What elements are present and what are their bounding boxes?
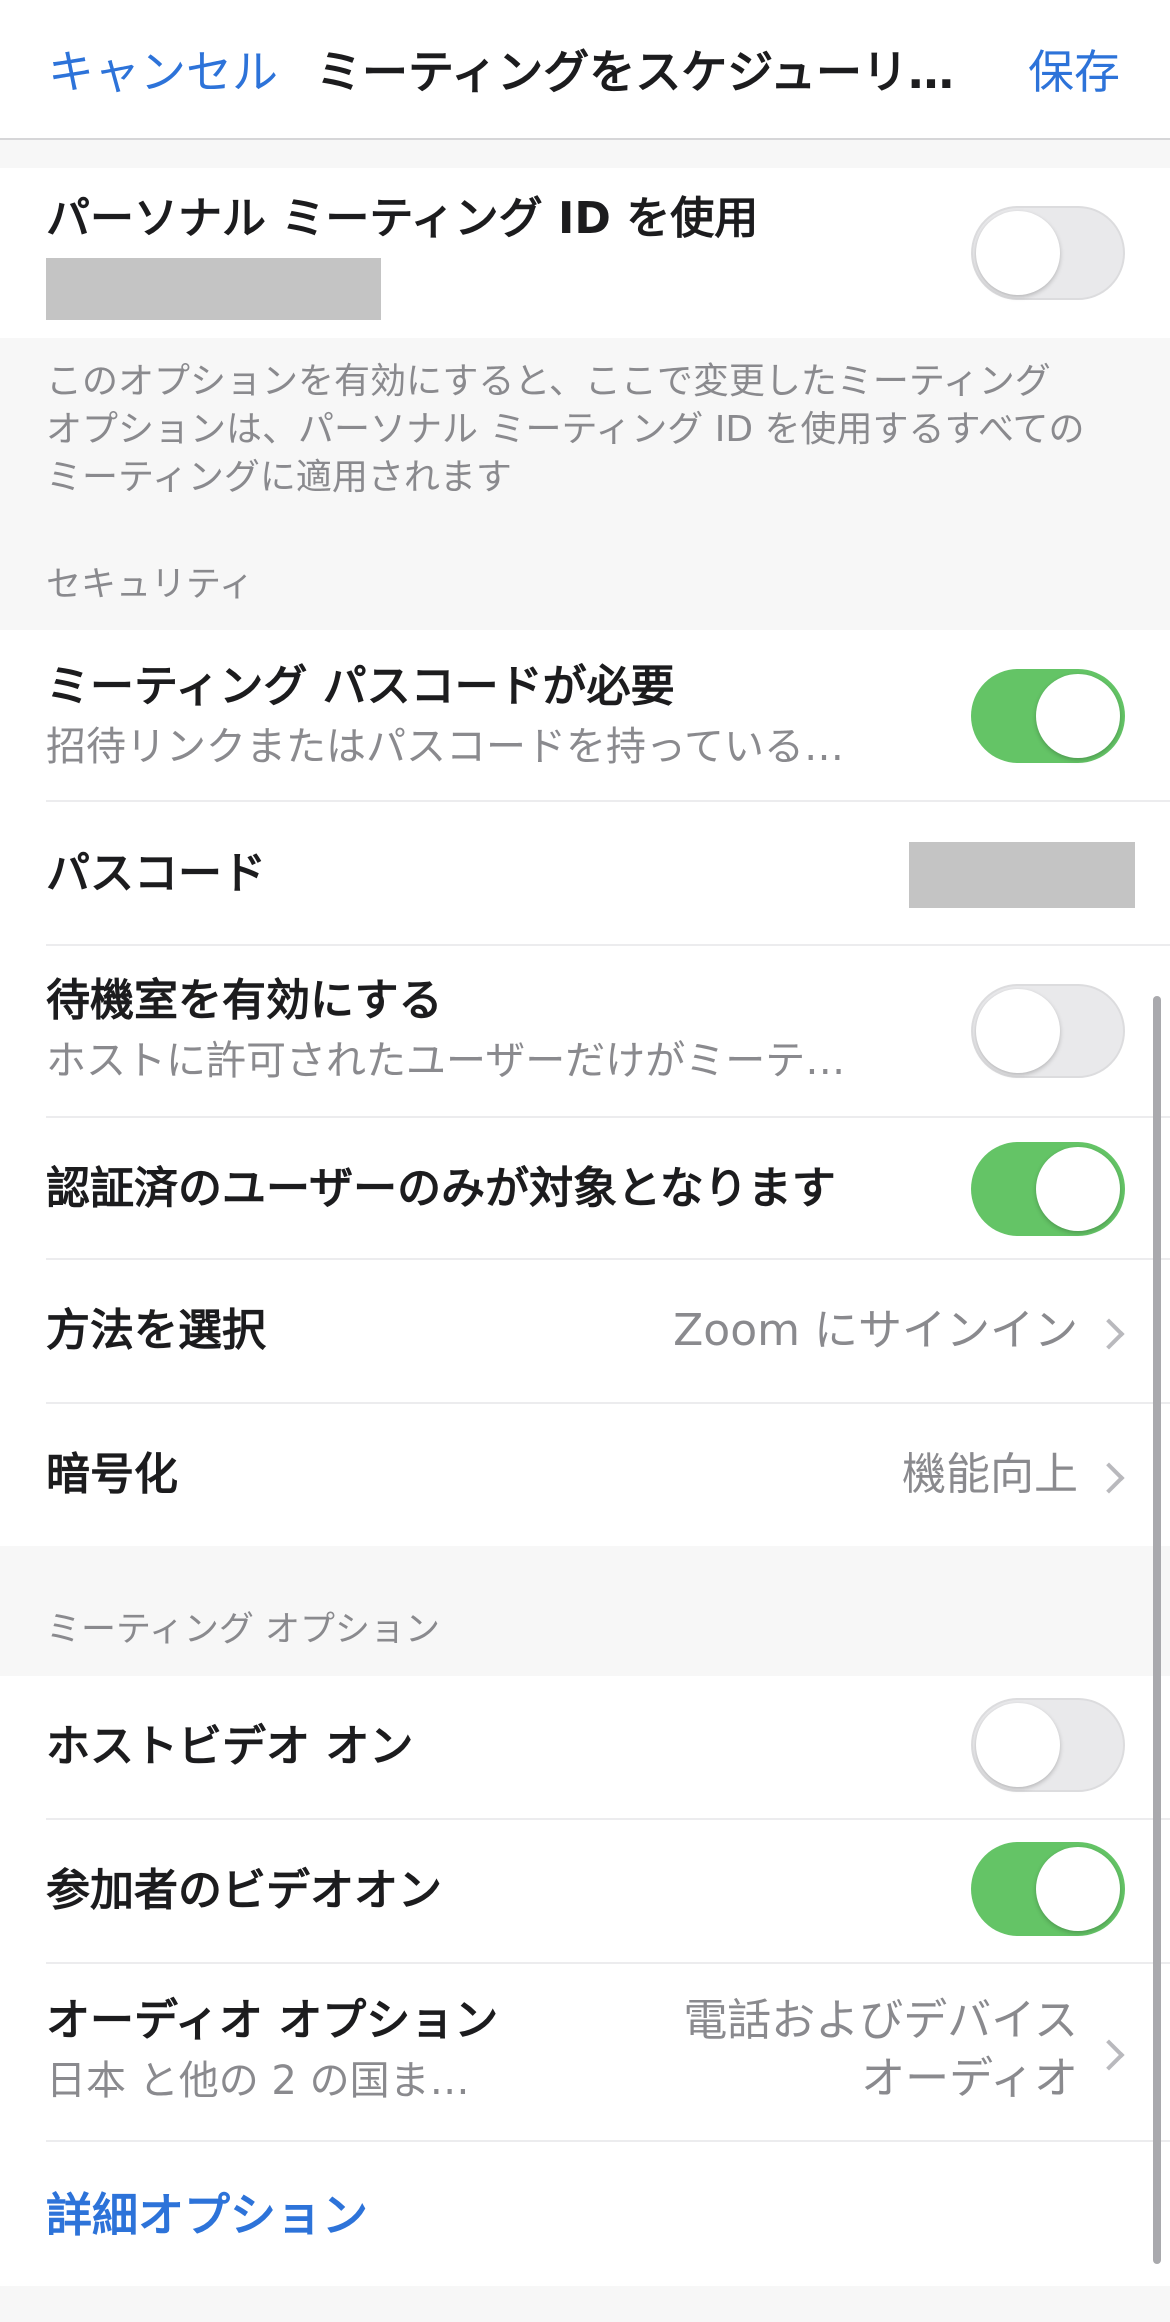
pmi-note-line: オプションは、パーソナル ミーティング ID を使用するすべての bbox=[46, 409, 1085, 450]
row-value-line: 電話およびデバイス bbox=[683, 1995, 1078, 2046]
require-passcode-row[interactable]: ミーティング パスコードが必要 招待リンクまたはパスコードを持っている… bbox=[0, 630, 1170, 802]
encryption-row[interactable]: 暗号化 機能向上 bbox=[0, 1404, 1170, 1546]
toggle-knob bbox=[1036, 1147, 1120, 1231]
participant-video-row[interactable]: 参加者のビデオオン bbox=[0, 1820, 1170, 1964]
meeting-options-section: ホストビデオ オン 参加者のビデオオン オーディオ オプション 日本 と他の 2… bbox=[0, 1676, 1170, 2286]
participant-video-toggle[interactable] bbox=[971, 1842, 1125, 1936]
require-passcode-toggle[interactable] bbox=[971, 669, 1125, 763]
row-title: ミーティング パスコードが必要 bbox=[46, 661, 675, 712]
row-title: 待機室を有効にする bbox=[46, 975, 443, 1026]
row-title: 方法を選択 bbox=[46, 1305, 266, 1356]
advanced-options-link[interactable]: 詳細オプション bbox=[46, 2185, 368, 2245]
toggle-knob bbox=[976, 211, 1060, 295]
audio-options-row[interactable]: オーディオ オプション 日本 と他の 2 の国ま… 電話およびデバイス オーディ… bbox=[0, 1964, 1170, 2142]
pmi-number-redacted bbox=[46, 258, 381, 320]
scrollbar[interactable] bbox=[1153, 996, 1161, 2264]
row-title: ホストビデオ オン bbox=[46, 1721, 414, 1772]
pmi-title: パーソナル ミーティング ID を使用 bbox=[46, 193, 759, 244]
row-subtitle: 日本 と他の 2 の国ま… bbox=[46, 2058, 470, 2104]
chevron-right-icon bbox=[1093, 1318, 1125, 1350]
select-method-row[interactable]: 方法を選択 Zoom にサインイン bbox=[0, 1260, 1170, 1404]
passcode-value-redacted bbox=[909, 842, 1135, 908]
security-section: ミーティング パスコードが必要 招待リンクまたはパスコードを持っている… パスコ… bbox=[0, 630, 1170, 1546]
row-title: パスコード bbox=[46, 848, 266, 899]
host-video-toggle[interactable] bbox=[971, 1698, 1125, 1792]
section-header-meeting-options: ミーティング オプション bbox=[46, 1610, 441, 1650]
save-button[interactable]: 保存 bbox=[1028, 42, 1120, 102]
chevron-right-icon bbox=[1093, 1462, 1125, 1494]
passcode-row[interactable]: パスコード bbox=[0, 802, 1170, 946]
pmi-note-line: このオプションを有効にすると、ここで変更したミーティング bbox=[46, 361, 1051, 402]
row-title: 参加者のビデオオン bbox=[46, 1865, 442, 1916]
divider bbox=[46, 2140, 1170, 2142]
navigation-bar: キャンセル ミーティングをスケジューリ… 保存 bbox=[0, 0, 1170, 140]
row-value-line: オーディオ bbox=[861, 2053, 1078, 2104]
authenticated-users-row[interactable]: 認証済のユーザーのみが対象となります bbox=[0, 1118, 1170, 1260]
row-title: 暗号化 bbox=[46, 1449, 178, 1500]
page-title: ミーティングをスケジューリ… bbox=[316, 45, 955, 99]
pmi-toggle[interactable] bbox=[971, 206, 1125, 300]
pmi-section: パーソナル ミーティング ID を使用 bbox=[0, 168, 1170, 338]
chevron-right-icon bbox=[1093, 2039, 1125, 2071]
pmi-note-line: ミーティングに適用されます bbox=[46, 457, 512, 498]
toggle-knob bbox=[976, 1703, 1060, 1787]
host-video-row[interactable]: ホストビデオ オン bbox=[0, 1676, 1170, 1820]
toggle-knob bbox=[1036, 1847, 1120, 1931]
toggle-knob bbox=[1036, 674, 1120, 758]
row-subtitle: 招待リンクまたはパスコードを持っている… bbox=[46, 724, 844, 770]
section-header-security: セキュリティ bbox=[46, 565, 254, 605]
row-subtitle: ホストに許可されたユーザーだけがミーテ… bbox=[46, 1038, 846, 1084]
waiting-room-row[interactable]: 待機室を有効にする ホストに許可されたユーザーだけがミーテ… bbox=[0, 946, 1170, 1118]
row-value: Zoom にサインイン bbox=[673, 1305, 1078, 1356]
waiting-room-toggle[interactable] bbox=[971, 984, 1125, 1078]
row-value: 機能向上 bbox=[902, 1449, 1078, 1500]
cancel-button[interactable]: キャンセル bbox=[48, 42, 278, 102]
pmi-note: このオプションを有効にすると、ここで変更したミーティング オプションは、パーソナ… bbox=[46, 358, 1136, 502]
row-title: 認証済のユーザーのみが対象となります bbox=[46, 1163, 836, 1214]
toggle-knob bbox=[976, 989, 1060, 1073]
row-title: オーディオ オプション bbox=[46, 1995, 499, 2046]
authenticated-users-toggle[interactable] bbox=[971, 1142, 1125, 1236]
